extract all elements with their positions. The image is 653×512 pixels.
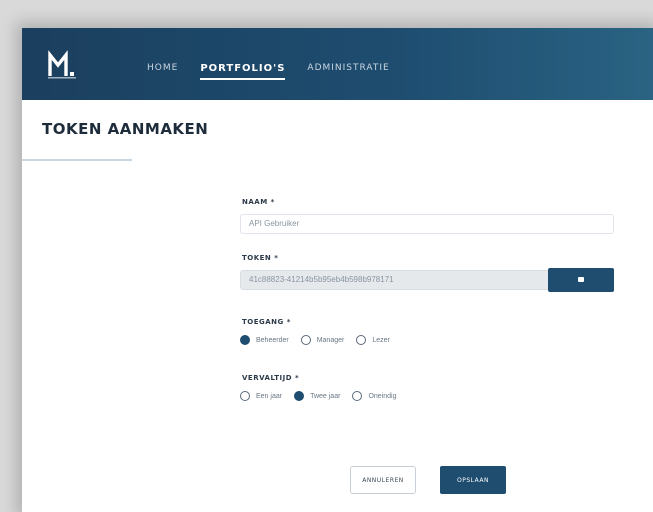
toegang-radio-group: Beheerder Manager Lezer xyxy=(240,335,396,345)
save-button[interactable]: OPSLAAN xyxy=(440,466,506,494)
radio-twee-jaar[interactable] xyxy=(294,391,305,401)
vervaltijd-radio-group: Een jaar Twee jaar Oneindig xyxy=(240,391,402,401)
radio-label-twee-jaar: Twee jaar xyxy=(310,392,341,400)
nav-item-administratie[interactable]: ADMINISTRATIE xyxy=(307,63,389,80)
naam-input[interactable]: API Gebruiker xyxy=(240,214,614,234)
token-label: TOKEN * xyxy=(242,254,279,262)
title-divider xyxy=(22,159,132,161)
copy-token-button[interactable] xyxy=(548,268,614,292)
top-navigation-bar: HOME PORTFOLIO'S ADMINISTRATIE xyxy=(22,28,653,100)
vervaltijd-label: VERVALTIJD * xyxy=(242,374,300,382)
copy-icon xyxy=(578,277,584,282)
token-field[interactable]: 41c88823-41214b5b95eb4b598b978171 xyxy=(240,270,550,290)
radio-beheerder[interactable] xyxy=(240,335,250,345)
nav-item-portfolios[interactable]: PORTFOLIO'S xyxy=(200,63,286,80)
radio-label-lezer: Lezer xyxy=(372,336,390,344)
radio-label-een-jaar: Een jaar xyxy=(256,392,283,400)
nav-item-home[interactable]: HOME xyxy=(147,63,178,80)
radio-oneindig[interactable] xyxy=(352,391,363,401)
cancel-button[interactable]: ANNULEREN xyxy=(350,466,416,494)
radio-manager[interactable] xyxy=(300,335,311,345)
app-window: HOME PORTFOLIO'S ADMINISTRATIE TOKEN AAN… xyxy=(22,28,653,512)
radio-label-manager: Manager xyxy=(316,336,345,344)
page-title: TOKEN AANMAKEN xyxy=(42,120,209,138)
main-nav: HOME PORTFOLIO'S ADMINISTRATIE xyxy=(147,63,390,80)
radio-lezer[interactable] xyxy=(356,335,367,345)
naam-label: NAAM * xyxy=(242,198,275,206)
radio-een-jaar[interactable] xyxy=(240,391,250,401)
toegang-label: TOEGANG * xyxy=(242,318,291,326)
radio-label-beheerder: Beheerder xyxy=(256,336,289,344)
radio-label-oneindig: Oneindig xyxy=(368,392,397,400)
logo[interactable] xyxy=(46,49,78,81)
